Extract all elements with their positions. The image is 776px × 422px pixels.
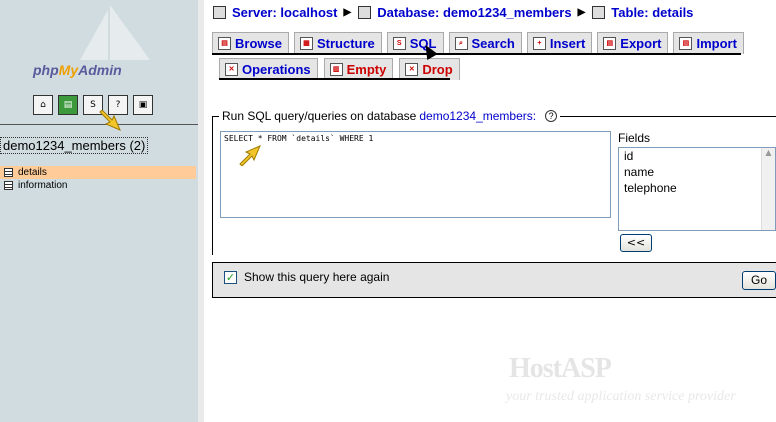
sql-query-icon[interactable]: ▤ bbox=[58, 95, 78, 115]
tab-label: Search bbox=[471, 36, 515, 51]
table-item-information[interactable]: information bbox=[0, 179, 196, 192]
fields-scrollbar[interactable]: ▲ bbox=[761, 148, 775, 230]
sailboat-logo-icon bbox=[80, 5, 150, 60]
home-icon[interactable]: ⌂ bbox=[33, 95, 53, 115]
go-button[interactable]: Go bbox=[742, 271, 776, 290]
tabs-underline bbox=[219, 78, 450, 80]
logo-admin: Admin bbox=[78, 62, 122, 78]
tutorial-pointer-icon bbox=[239, 145, 261, 166]
documentation-icon[interactable]: ▣ bbox=[133, 95, 153, 115]
tabs-underline bbox=[212, 53, 741, 55]
table-icon bbox=[4, 168, 13, 177]
frame-divider[interactable] bbox=[198, 0, 204, 422]
logo-php: php bbox=[33, 62, 59, 78]
tab-import[interactable]: ▤ Import bbox=[673, 32, 744, 54]
structure-icon: ▦ bbox=[299, 37, 313, 50]
table-list: details information bbox=[0, 166, 196, 192]
tab-label: Empty bbox=[346, 62, 387, 77]
tab-browse[interactable]: ▤ Browse bbox=[212, 32, 289, 54]
watermark-tagline: your trusted application service provide… bbox=[506, 389, 736, 404]
tab-drop[interactable]: ✕ Drop bbox=[399, 58, 460, 80]
sql-query-textarea[interactable]: SELECT * FROM `details` WHERE 1 bbox=[220, 131, 611, 218]
table-icon bbox=[592, 6, 606, 19]
show-query-checkbox[interactable]: ✓ bbox=[224, 271, 237, 284]
fields-label: Fields bbox=[618, 131, 651, 145]
sql-icon: S bbox=[392, 37, 406, 50]
tab-label: Browse bbox=[235, 36, 282, 51]
phpmyadmin-logo[interactable]: phpMyAdmin bbox=[33, 62, 122, 78]
breadcrumb-table[interactable]: Table: details bbox=[611, 5, 693, 20]
breadcrumb: Server: localhost ▶ Database: demo1234_m… bbox=[213, 5, 693, 20]
database-icon bbox=[358, 6, 372, 19]
empty-icon: ▥ bbox=[329, 63, 343, 76]
tab-empty[interactable]: ▥ Empty bbox=[323, 58, 394, 80]
logo-area: phpMyAdmin bbox=[0, 0, 198, 90]
tab-label: Insert bbox=[549, 36, 586, 51]
insert-icon: + bbox=[532, 37, 546, 50]
tabs-row-1: ▤ Browse ▦ Structure S SQL ⌕ Search + Insert … bbox=[212, 32, 744, 54]
tab-label: Import bbox=[696, 36, 737, 51]
watermark-asp: ASP bbox=[561, 353, 612, 384]
insert-field-button[interactable]: << bbox=[620, 234, 652, 252]
tab-insert[interactable]: + Insert bbox=[526, 32, 593, 54]
tab-search[interactable]: ⌕ Search bbox=[448, 32, 522, 54]
left-navigation-frame: phpMyAdmin ⌂ ▤ S ? ▣ demo1234_members (2… bbox=[0, 0, 198, 422]
field-option[interactable]: telephone bbox=[619, 180, 775, 196]
watermark-host: Host bbox=[509, 353, 562, 384]
tab-label: Structure bbox=[316, 36, 375, 51]
search-icon: ⌕ bbox=[454, 37, 468, 50]
sql-legend: Run SQL query/queries on database demo12… bbox=[219, 109, 561, 123]
breadcrumb-arrow-icon: ▶ bbox=[343, 7, 352, 18]
left-toolbar: ⌂ ▤ S ? ▣ bbox=[33, 95, 153, 115]
legend-database-link[interactable]: demo1234_members: bbox=[419, 109, 536, 123]
show-query-label[interactable]: Show this query here again bbox=[244, 270, 389, 284]
tab-label: Export bbox=[620, 36, 662, 51]
tab-operations[interactable]: ✕ Operations bbox=[219, 58, 318, 80]
drop-icon: ✕ bbox=[405, 63, 419, 76]
breadcrumb-server[interactable]: Server: localhost bbox=[232, 5, 338, 20]
import-icon: ▤ bbox=[679, 37, 693, 50]
table-icon bbox=[4, 181, 13, 190]
field-option[interactable]: name bbox=[619, 164, 775, 180]
tab-structure[interactable]: ▦ Structure bbox=[293, 32, 382, 54]
logo-my: My bbox=[58, 62, 79, 78]
hostasp-watermark: HostASP bbox=[509, 353, 612, 385]
tutorial-pointer-icon bbox=[99, 110, 121, 131]
breadcrumb-arrow-icon: ▶ bbox=[577, 7, 586, 18]
table-item-details[interactable]: details bbox=[0, 166, 196, 179]
scroll-up-icon[interactable]: ▲ bbox=[762, 148, 775, 157]
tab-label: Operations bbox=[242, 62, 311, 77]
export-icon: ▤ bbox=[603, 37, 617, 50]
operations-icon: ✕ bbox=[225, 63, 238, 76]
server-icon bbox=[213, 6, 226, 19]
table-item-label: information bbox=[18, 180, 68, 191]
tabs-row-2: ✕ Operations ▥ Empty ✕ Drop bbox=[219, 58, 460, 80]
legend-text: Run SQL query/queries on database bbox=[222, 109, 417, 123]
database-link[interactable]: demo1234_members (2) bbox=[0, 137, 149, 154]
tab-label: Drop bbox=[422, 62, 453, 77]
browse-icon: ▤ bbox=[218, 37, 231, 50]
help-icon[interactable]: ? bbox=[545, 110, 558, 122]
breadcrumb-database[interactable]: Database: demo1234_members bbox=[377, 5, 571, 20]
table-item-label: details bbox=[18, 167, 47, 178]
field-option[interactable]: id bbox=[619, 148, 775, 164]
fields-select[interactable]: id name telephone ▲ bbox=[618, 147, 776, 231]
tab-export[interactable]: ▤ Export bbox=[597, 32, 669, 54]
